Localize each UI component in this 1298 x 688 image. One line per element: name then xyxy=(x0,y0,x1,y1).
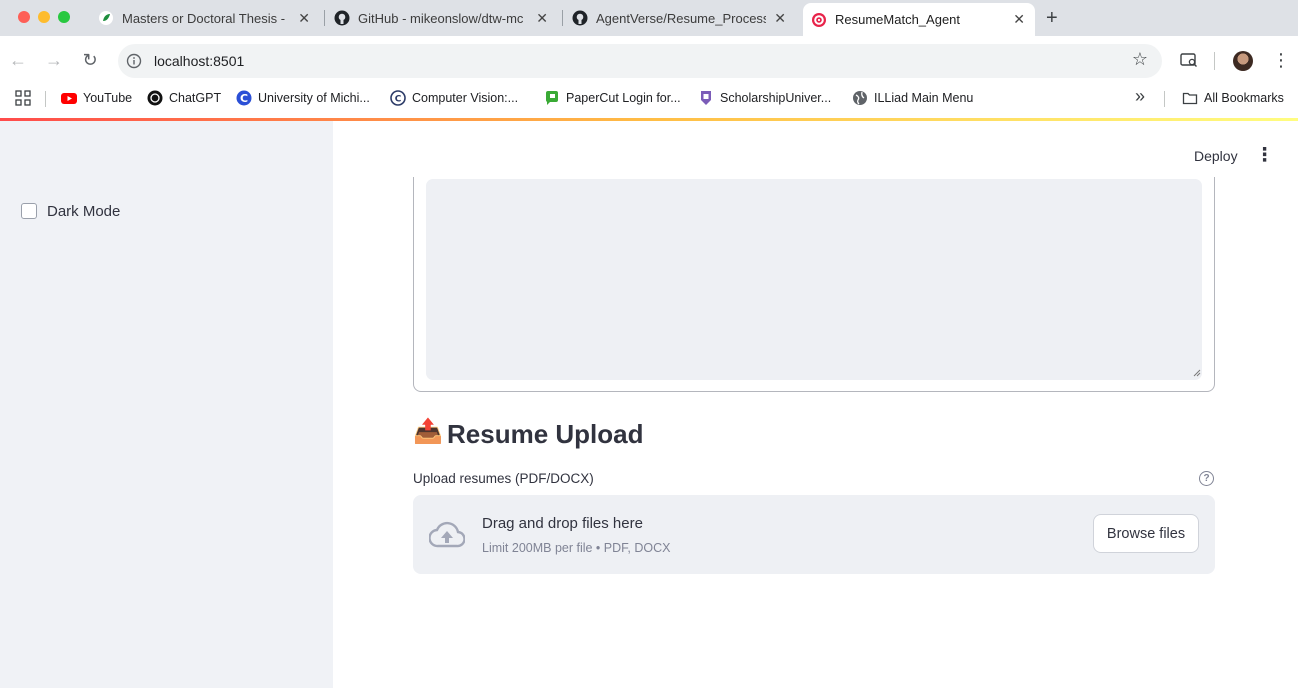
papercut-icon xyxy=(546,91,558,105)
tab-github-dtw[interactable]: GitHub - mikeonslow/dtw-mc ✕ xyxy=(328,0,558,36)
bookmark-computer-vision[interactable]: C Computer Vision:... xyxy=(390,89,518,107)
maximize-window-icon[interactable] xyxy=(58,11,70,23)
target-favicon-icon xyxy=(812,12,826,27)
tab-title: Masters or Doctoral Thesis - xyxy=(122,10,286,26)
dropzone-hint: Limit 200MB per file • PDF, DOCX xyxy=(482,541,671,555)
new-tab-icon[interactable]: + xyxy=(1046,7,1058,30)
back-arrow-icon[interactable]: ← xyxy=(8,50,28,70)
browse-files-button[interactable]: Browse files xyxy=(1093,514,1199,553)
section-title: Resume Upload xyxy=(447,419,644,449)
search-tab-icon[interactable] xyxy=(1180,52,1198,68)
browser-tab-strip: Masters or Doctoral Thesis - ✕ GitHub - … xyxy=(0,0,1298,36)
close-window-icon[interactable] xyxy=(18,11,30,23)
bookmarks-bar: YouTube ChatGPT C University of Michi...… xyxy=(0,84,1298,112)
dark-mode-label[interactable]: Dark Mode xyxy=(47,203,120,220)
bookmark-label: PaperCut Login for... xyxy=(566,91,681,105)
tab-divider xyxy=(562,10,563,26)
close-tab-icon[interactable]: ✕ xyxy=(774,10,786,27)
job-description-textarea[interactable] xyxy=(426,179,1202,380)
folder-icon xyxy=(1182,92,1198,105)
url-text[interactable]: localhost:8501 xyxy=(154,53,244,69)
toolbar-divider xyxy=(1214,52,1215,70)
bookmark-youtube[interactable]: YouTube xyxy=(61,89,132,107)
tab-resumematch-active[interactable]: ResumeMatch_Agent ✕ xyxy=(803,3,1035,36)
leaf-favicon-icon xyxy=(99,11,113,25)
upload-tray-icon: 📤 xyxy=(413,418,443,445)
reload-icon[interactable]: ↻ xyxy=(80,50,100,70)
svg-text:C: C xyxy=(395,95,402,105)
close-tab-icon[interactable]: ✕ xyxy=(298,10,310,27)
apps-grid-icon[interactable] xyxy=(15,90,31,106)
bookmark-star-icon[interactable]: ☆ xyxy=(1132,49,1148,70)
coursera-icon: C xyxy=(236,90,252,106)
dropzone-title: Drag and drop files here xyxy=(482,515,643,532)
tab-agentverse[interactable]: AgentVerse/Resume_Process ✕ xyxy=(566,0,796,36)
tab-thesis[interactable]: Masters or Doctoral Thesis - ✕ xyxy=(90,0,320,36)
bookmarks-divider xyxy=(1164,91,1165,107)
svg-text:C: C xyxy=(240,92,248,105)
profile-avatar[interactable] xyxy=(1233,51,1253,71)
tab-title: GitHub - mikeonslow/dtw-mc xyxy=(358,10,524,26)
bookmark-scholarship[interactable]: ScholarshipUniver... xyxy=(698,89,831,107)
bookmark-label: University of Michi... xyxy=(258,91,370,105)
sidebar: Dark Mode xyxy=(0,121,333,688)
github-icon xyxy=(572,10,588,26)
youtube-icon xyxy=(61,93,77,104)
bookmark-illiad[interactable]: ILLiad Main Menu xyxy=(852,89,973,107)
file-dropzone[interactable]: Drag and drop files here Limit 200MB per… xyxy=(413,495,1215,574)
close-tab-icon[interactable]: ✕ xyxy=(1013,11,1025,28)
bookmark-label: Computer Vision:... xyxy=(412,91,519,105)
chatgpt-icon xyxy=(147,90,163,106)
bookmark-label: ChatGPT xyxy=(169,91,222,105)
browser-toolbar: ← → ↻ localhost:8501 ☆ ⋮ xyxy=(0,36,1298,84)
browser-menu-icon[interactable]: ⋮ xyxy=(1272,50,1290,71)
help-icon[interactable]: ? xyxy=(1199,471,1214,486)
dark-mode-checkbox[interactable] xyxy=(21,203,37,219)
tab-title: ResumeMatch_Agent xyxy=(835,12,961,27)
computer-vision-icon: C xyxy=(390,90,406,106)
all-bookmarks-label: All Bookmarks xyxy=(1204,91,1284,105)
scholarship-icon xyxy=(701,91,711,105)
deploy-button[interactable]: Deploy xyxy=(1194,148,1238,164)
github-icon xyxy=(334,10,350,26)
bookmark-label: ScholarshipUniver... xyxy=(720,91,832,105)
browse-files-label: Browse files xyxy=(1106,525,1186,542)
bookmark-umich[interactable]: C University of Michi... xyxy=(236,89,370,107)
all-bookmarks-button[interactable]: All Bookmarks xyxy=(1182,89,1284,107)
more-bookmarks-icon[interactable]: » xyxy=(1135,86,1145,107)
bookmark-label: YouTube xyxy=(83,91,133,105)
resize-handle-icon[interactable] xyxy=(1193,369,1201,377)
tab-divider xyxy=(324,10,325,26)
tab-title: AgentVerse/Resume_Process xyxy=(596,10,766,26)
address-bar[interactable]: localhost:8501 ☆ xyxy=(118,44,1162,78)
bookmark-papercut[interactable]: PaperCut Login for... xyxy=(544,89,681,107)
main-content: Deploy ⋮ 📤 Resume Upload Upload resumes … xyxy=(333,121,1298,688)
globe-icon xyxy=(853,91,867,105)
main-menu-icon[interactable]: ⋮ xyxy=(1255,144,1274,167)
bookmark-label: ILLiad Main Menu xyxy=(874,91,974,105)
minimize-window-icon[interactable] xyxy=(38,11,50,23)
site-info-icon[interactable] xyxy=(126,53,142,69)
close-tab-icon[interactable]: ✕ xyxy=(536,10,548,27)
bookmarks-divider xyxy=(45,91,46,107)
forward-arrow-icon[interactable]: → xyxy=(44,50,64,70)
uploader-label: Upload resumes (PDF/DOCX) xyxy=(413,471,594,486)
bookmark-chatgpt[interactable]: ChatGPT xyxy=(147,89,221,107)
cloud-upload-icon xyxy=(429,521,465,548)
